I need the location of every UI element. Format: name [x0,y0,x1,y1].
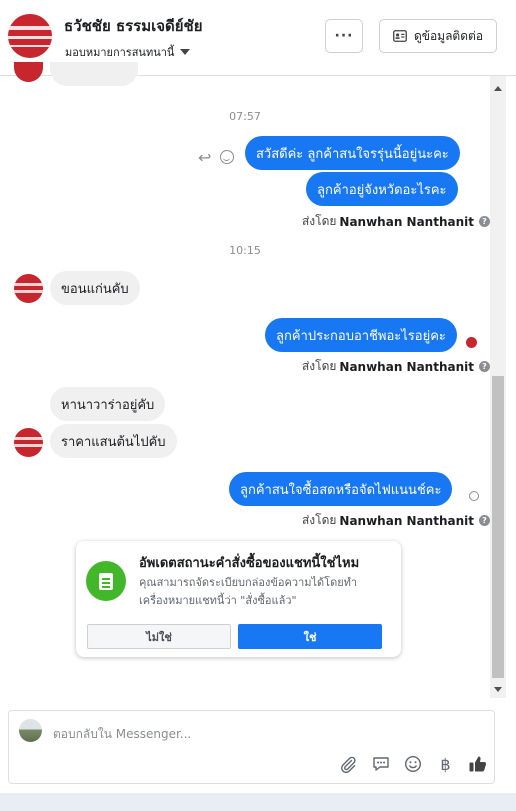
contact-name[interactable]: ธวัชชัย ธรรมเจดีย์ชัย [64,14,203,38]
reply-icon[interactable]: ↩ [198,148,211,167]
help-icon[interactable]: ? [479,216,490,227]
timestamp: 07:57 [229,110,261,123]
sent-by-name: Nanwhan Nanthanit [339,359,474,374]
no-button[interactable]: ไม่ใช่ [87,624,231,649]
message-bubble-outgoing[interactable]: ลูกค้าประกอบอาชีพอะไรอยู่คะ [265,318,457,352]
saved-reply-icon[interactable] [370,753,392,775]
contact-avatar-small [14,274,43,303]
help-icon[interactable]: ? [479,361,490,372]
timestamp: 10:15 [229,244,261,257]
scroll-up-arrow-icon[interactable] [494,86,502,91]
prompt-title: อัพเดตสถานะคำสั่งซื้อของแชทนี้ใช่ไหม [139,556,360,571]
sent-by-label: ส่งโดย Nanwhan Nanthanit ? [302,212,490,231]
sent-by-prefix: ส่งโดย [301,214,337,228]
assign-conversation-dropdown[interactable]: มอบหมายการสนทนานี้ [65,43,191,61]
message-bubble-incoming[interactable]: หานาวาร่าอยู่คับ [50,387,166,421]
sent-by-label: ส่งโดย Nanwhan Nanthanit ? [302,357,490,376]
emoji-icon[interactable] [402,753,424,775]
caret-down-icon [180,49,191,55]
message-bubble-incoming-partial[interactable] [50,62,138,86]
sent-by-name: Nanwhan Nanthanit [339,214,474,229]
seen-avatar-icon [465,336,478,349]
more-dots-icon: ··· [334,28,354,44]
message-bubble-outgoing[interactable]: ลูกค้าสนใจซื้อสดหรือจัดไฟแนนช์คะ [229,472,453,506]
composer-toolbar: ฿ [337,753,489,775]
sent-by-name: Nanwhan Nanthanit [339,513,474,528]
more-options-button[interactable]: ··· [325,19,363,53]
scroll-down-arrow-icon[interactable] [494,687,502,692]
sent-by-prefix: ส่งโดย [301,513,337,527]
scrollbar-thumb[interactable] [492,376,504,678]
reply-input[interactable]: ตอบกลับใน Messenger... [53,725,191,744]
view-contact-info-button[interactable]: ดูข้อมูลติดต่อ [379,19,497,53]
contact-avatar-small [14,428,43,457]
order-document-icon [86,561,126,601]
sent-status-icon [469,491,479,501]
message-composer[interactable]: ตอบกลับใน Messenger... ฿ [8,710,495,784]
order-status-prompt: อัพเดตสถานะคำสั่งซื้อของแชทนี้ใช่ไหม คุณ… [76,541,401,657]
page-avatar [19,719,42,742]
message-bubble-outgoing[interactable]: สวัสดีค่ะ ลูกค้าสนใจรรุ่นนี้อยู่นะคะ [245,136,460,170]
yes-button[interactable]: ใช่ [238,624,382,649]
message-bubble-incoming[interactable]: ราคาแสนต้นไปคับ [50,424,177,458]
help-icon[interactable]: ? [479,515,490,526]
sent-by-label: ส่งโดย Nanwhan Nanthanit ? [302,511,490,530]
react-emoji-icon[interactable] [220,150,234,164]
view-contact-info-label: ดูข้อมูลติดต่อ [413,28,484,43]
paperclip-icon[interactable] [337,753,359,775]
message-bubble-outgoing[interactable]: ลูกค้าอยู่จังหวัดอะไรคะ [306,172,458,206]
assign-label: มอบหมายการสนทนานี้ [65,46,175,59]
sent-by-prefix: ส่งโดย [301,359,337,373]
contact-card-icon [393,30,407,42]
message-bubble-incoming[interactable]: ขอนแก่นคับ [50,271,140,305]
contact-avatar[interactable] [8,14,52,58]
thumbs-up-icon[interactable] [467,753,489,775]
window-bottom-edge [0,793,516,811]
baht-icon[interactable]: ฿ [435,753,457,775]
prompt-description: คุณสามารถจัดระเบียบกล่องข้อความได้โดยทำเ… [139,576,358,607]
